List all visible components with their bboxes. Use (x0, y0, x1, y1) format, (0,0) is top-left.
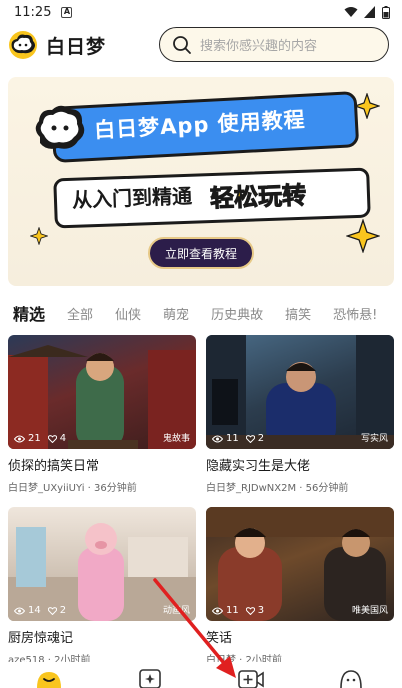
notification-a-icon: A (61, 6, 73, 18)
eye-icon (212, 607, 223, 614)
header: 白日梦 搜索你感兴趣的内容 (0, 24, 402, 68)
story-thumbnail: 14 2 动画风 (8, 507, 196, 621)
status-icons (344, 5, 390, 19)
search-placeholder: 搜索你感兴趣的内容 (200, 39, 318, 54)
style-tag: 动画风 (162, 606, 190, 616)
view-count: 11 (226, 605, 239, 616)
cloud-face-logo-icon (9, 31, 37, 59)
story-card[interactable]: 11 3 唯美国风 笑话 白日梦 · 2小时前 (206, 507, 394, 666)
like-count: 4 (59, 433, 67, 444)
like-count: 2 (59, 605, 67, 616)
eye-icon (14, 607, 25, 614)
style-tag: 写实风 (360, 434, 388, 444)
author-name: 白日梦_UXyiiUYi (8, 483, 85, 494)
story-thumbnail: 11 3 唯美国风 (206, 507, 394, 621)
heart-icon (47, 606, 57, 615)
like-count: 3 (257, 605, 265, 616)
cell-signal-icon (364, 6, 375, 18)
cloud-bubble-icon (35, 105, 85, 149)
tab-featured[interactable]: 精选 (13, 301, 45, 325)
home-smile-icon[interactable] (36, 668, 62, 688)
view-tutorial-button[interactable]: 立即查看教程 (148, 237, 254, 269)
story-card[interactable]: 11 2 写实风 隐藏实习生是大佬 白日梦_RJDwNX2M · 56分钟前 (206, 335, 394, 494)
like-count: 2 (257, 433, 265, 444)
heart-icon (47, 434, 57, 443)
wifi-icon (344, 7, 358, 17)
post-time: 56分钟前 (305, 483, 349, 494)
post-time: 36分钟前 (94, 483, 137, 494)
status-time: 11:25 (14, 4, 52, 20)
author-name: 白日梦_RJDwNX2M (206, 483, 297, 494)
tab-horror[interactable]: 恐怖悬! (333, 304, 377, 323)
story-thumbnail: 21 4 鬼故事 (8, 335, 196, 449)
story-title: 厨房惊魂记 (8, 631, 74, 646)
tab-history[interactable]: 历史典故 (211, 304, 263, 323)
story-title: 隐藏实习生是大佬 (206, 459, 311, 474)
card-stats: 21 4 (14, 433, 66, 444)
view-count: 14 (28, 605, 41, 616)
style-tag: 鬼故事 (162, 434, 190, 444)
category-tabs: 精选 全部 仙侠 萌宠 历史典故 搞笑 恐怖悬! (0, 298, 402, 328)
star-decoration-icon (30, 227, 48, 245)
card-stats: 11 2 (212, 433, 264, 444)
discover-icon[interactable] (139, 668, 161, 688)
story-title: 笑话 (206, 631, 233, 646)
create-video-icon[interactable] (238, 668, 264, 688)
eye-icon (212, 435, 223, 442)
story-byline: 白日梦_UXyiiUYi · 36分钟前 (8, 483, 137, 494)
tutorial-banner[interactable]: 白日梦App 使用教程 从入门到精通 轻松玩转 立即查看教程 (8, 77, 394, 286)
heart-icon (245, 434, 255, 443)
search-icon (173, 35, 191, 54)
card-stats: 14 2 (14, 605, 66, 616)
style-tag: 唯美国风 (351, 606, 388, 616)
tab-all[interactable]: 全部 (67, 304, 93, 323)
search-input[interactable]: 搜索你感兴趣的内容 (159, 27, 389, 62)
heart-icon (245, 606, 255, 615)
star-decoration-icon (346, 219, 380, 253)
story-card[interactable]: 21 4 鬼故事 侦探的搞笑日常 白日梦_UXyiiUYi · 36分钟前 (8, 335, 196, 494)
view-count: 11 (226, 433, 239, 444)
battery-icon (382, 5, 390, 19)
tab-xianxia[interactable]: 仙侠 (115, 304, 141, 323)
banner-subtitle: 从入门到精通 (71, 183, 193, 213)
story-thumbnail: 11 2 写实风 (206, 335, 394, 449)
app-logo: 白日梦 (6, 30, 106, 60)
story-title: 侦探的搞笑日常 (8, 459, 100, 474)
view-count: 21 (28, 433, 41, 444)
logo-text: 白日梦 (46, 35, 107, 58)
banner-subtitle-highlight: 轻松玩转 (209, 181, 307, 213)
story-card[interactable]: 14 2 动画风 厨房惊魂记 aze518 · 2小时前 (8, 507, 196, 666)
tab-pets[interactable]: 萌宠 (163, 304, 189, 323)
story-byline: 白日梦_RJDwNX2M · 56分钟前 (206, 483, 349, 494)
card-stats: 11 3 (212, 605, 264, 616)
tab-funny[interactable]: 搞笑 (285, 304, 311, 323)
star-decoration-icon (354, 93, 380, 119)
profile-face-icon[interactable] (340, 668, 362, 688)
status-bar: 11:25 A (0, 0, 402, 24)
bottom-nav (0, 662, 402, 688)
eye-icon (14, 435, 25, 442)
